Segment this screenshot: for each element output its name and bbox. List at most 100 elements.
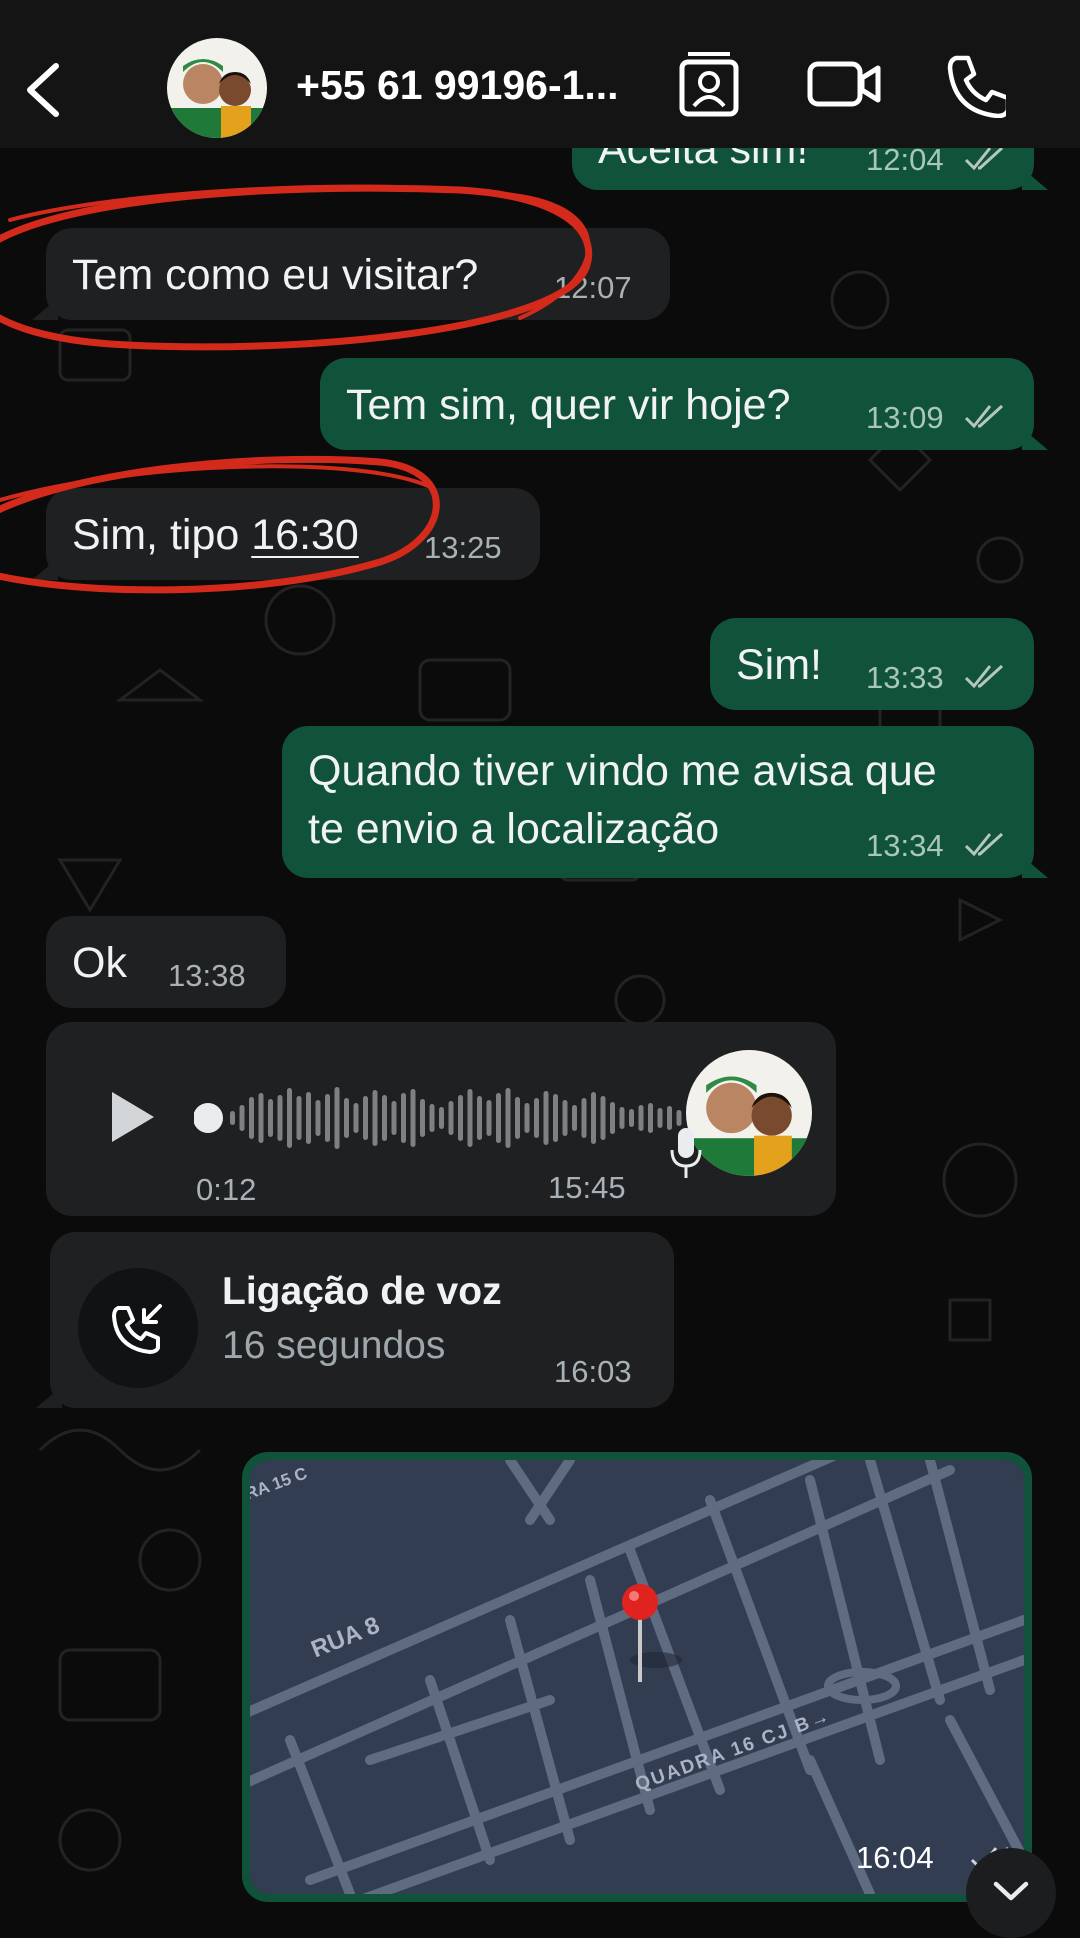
voice-waveform[interactable] bbox=[194, 1078, 684, 1158]
message-text: Ok bbox=[72, 939, 127, 987]
message-time: 16:03 bbox=[554, 1354, 632, 1389]
waveform-bar bbox=[410, 1089, 416, 1147]
waveform-bar bbox=[334, 1087, 340, 1149]
message-time: 13:25 bbox=[424, 530, 502, 565]
back-chevron-icon[interactable] bbox=[20, 58, 70, 122]
waveform-bar bbox=[477, 1096, 482, 1140]
waveform-bar bbox=[553, 1094, 558, 1142]
voice-call-bubble[interactable]: Ligação de voz 16 segundos 16:03 bbox=[50, 1232, 674, 1408]
message-time: 13:33 bbox=[866, 660, 944, 695]
waveform-bar bbox=[600, 1096, 606, 1140]
message-text: Sim, tipo 16:30 bbox=[72, 506, 359, 564]
message-time: 12:07 bbox=[554, 270, 632, 305]
waveform-bar bbox=[467, 1089, 473, 1147]
waveform-bar bbox=[268, 1099, 273, 1137]
waveform-bar bbox=[515, 1097, 520, 1139]
message-text: Tem como eu visitar? bbox=[72, 251, 479, 299]
waveform-bar bbox=[277, 1095, 283, 1141]
message-bubble-outgoing[interactable]: Quando tiver vindo me avisa que te envio… bbox=[282, 726, 1034, 878]
waveform-bar bbox=[258, 1093, 264, 1143]
message-text-prefix: Sim, tipo bbox=[72, 511, 252, 559]
waveform-bar bbox=[344, 1098, 349, 1138]
bubble-tail bbox=[1022, 168, 1048, 190]
waveform-bar bbox=[353, 1103, 359, 1133]
contact-card-icon[interactable] bbox=[676, 50, 742, 118]
message-time: 16:04 bbox=[856, 1840, 934, 1875]
waveform-bar bbox=[372, 1090, 378, 1146]
bubble-tail bbox=[1022, 428, 1048, 450]
waveform-bar bbox=[581, 1098, 587, 1138]
call-icon-circle bbox=[78, 1268, 198, 1388]
waveform-bar bbox=[401, 1093, 406, 1143]
message-bubble-incoming[interactable]: Ok 13:38 bbox=[46, 916, 286, 1008]
waveform-bar bbox=[382, 1095, 387, 1141]
waveform-bar bbox=[486, 1100, 492, 1136]
contact-name[interactable]: +55 61 99196-1... bbox=[296, 62, 619, 109]
waveform-bar bbox=[619, 1107, 625, 1129]
waveform-bar bbox=[315, 1100, 321, 1136]
waveform-bar bbox=[610, 1102, 615, 1134]
waveform-bar bbox=[429, 1104, 435, 1132]
message-text: Tem sim, quer vir hoje? bbox=[346, 381, 791, 429]
waveform-bar bbox=[391, 1101, 397, 1135]
message-bubble-incoming[interactable]: Tem como eu visitar? 12:07 bbox=[46, 228, 670, 320]
message-time: 13:38 bbox=[168, 958, 246, 993]
play-icon[interactable] bbox=[108, 1088, 158, 1146]
scroll-to-bottom-button[interactable] bbox=[966, 1848, 1056, 1938]
message-time: 15:45 bbox=[548, 1170, 626, 1205]
double-check-icon bbox=[964, 832, 1004, 857]
voice-message-bubble[interactable]: 0:12 15:45 bbox=[46, 1022, 836, 1216]
waveform-bar bbox=[363, 1096, 368, 1140]
waveform-bar bbox=[249, 1097, 254, 1139]
waveform-bar bbox=[543, 1091, 549, 1145]
waveform-bar bbox=[439, 1107, 444, 1129]
waveform-bar bbox=[524, 1103, 530, 1133]
waveform-bar bbox=[325, 1094, 330, 1142]
double-check-icon bbox=[964, 404, 1004, 429]
waveform-bar bbox=[505, 1088, 511, 1148]
waveform-bar bbox=[230, 1111, 235, 1125]
message-text-line-1: Quando tiver vindo me avisa que bbox=[308, 747, 937, 795]
playback-position-handle[interactable] bbox=[194, 1103, 223, 1133]
message-text: Sim! bbox=[736, 641, 822, 689]
incoming-call-icon bbox=[112, 1304, 162, 1354]
call-title: Ligação de voz bbox=[222, 1270, 502, 1313]
waveform-bar bbox=[296, 1096, 302, 1140]
message-text-line-2: te envio a localização bbox=[308, 805, 720, 853]
microphone-icon bbox=[670, 1128, 702, 1178]
waveform-bar bbox=[657, 1108, 663, 1128]
double-check-icon bbox=[964, 146, 1004, 171]
waveform-bar bbox=[648, 1103, 653, 1133]
waveform-bar bbox=[534, 1098, 539, 1138]
waveform-bar bbox=[591, 1092, 596, 1144]
waveform-bar bbox=[306, 1092, 311, 1144]
bubble-tail bbox=[1022, 856, 1048, 878]
message-time: 13:09 bbox=[866, 400, 944, 435]
chevron-down-icon bbox=[993, 1881, 1029, 1901]
map-thumbnail[interactable]: RUA 8 QUADRA 16 CJ B→ RA 15 C 16:04 bbox=[250, 1460, 1024, 1894]
double-check-icon bbox=[964, 664, 1004, 689]
voice-duration: 0:12 bbox=[196, 1172, 257, 1207]
waveform-bar bbox=[239, 1105, 245, 1131]
waveform-bar bbox=[496, 1093, 501, 1143]
video-call-icon[interactable] bbox=[806, 50, 882, 118]
waveform-bar bbox=[572, 1105, 577, 1131]
waveform-bar bbox=[420, 1099, 425, 1137]
time-link[interactable]: 16:30 bbox=[251, 511, 359, 559]
avatar[interactable] bbox=[167, 38, 267, 138]
waveform-bar bbox=[638, 1105, 644, 1131]
waveform-bar bbox=[287, 1088, 292, 1148]
message-bubble-incoming[interactable]: Sim, tipo 16:30 13:25 bbox=[46, 488, 540, 580]
waveform-bar bbox=[458, 1095, 463, 1141]
waveform-bar bbox=[629, 1109, 634, 1127]
message-bubble-outgoing[interactable]: Tem sim, quer vir hoje? 13:09 bbox=[320, 358, 1034, 450]
location-message-bubble[interactable]: RUA 8 QUADRA 16 CJ B→ RA 15 C 16:04 bbox=[242, 1452, 1032, 1902]
call-duration: 16 segundos bbox=[222, 1324, 446, 1367]
waveform-bar bbox=[448, 1101, 454, 1135]
message-time: 13:34 bbox=[866, 828, 944, 863]
waveform-bar bbox=[562, 1100, 568, 1136]
map-pin-icon bbox=[622, 1584, 658, 1682]
chat-header: +55 61 99196-1... bbox=[0, 0, 1080, 148]
phone-icon[interactable] bbox=[944, 50, 1006, 118]
message-bubble-outgoing[interactable]: Sim! 13:33 bbox=[710, 618, 1034, 710]
